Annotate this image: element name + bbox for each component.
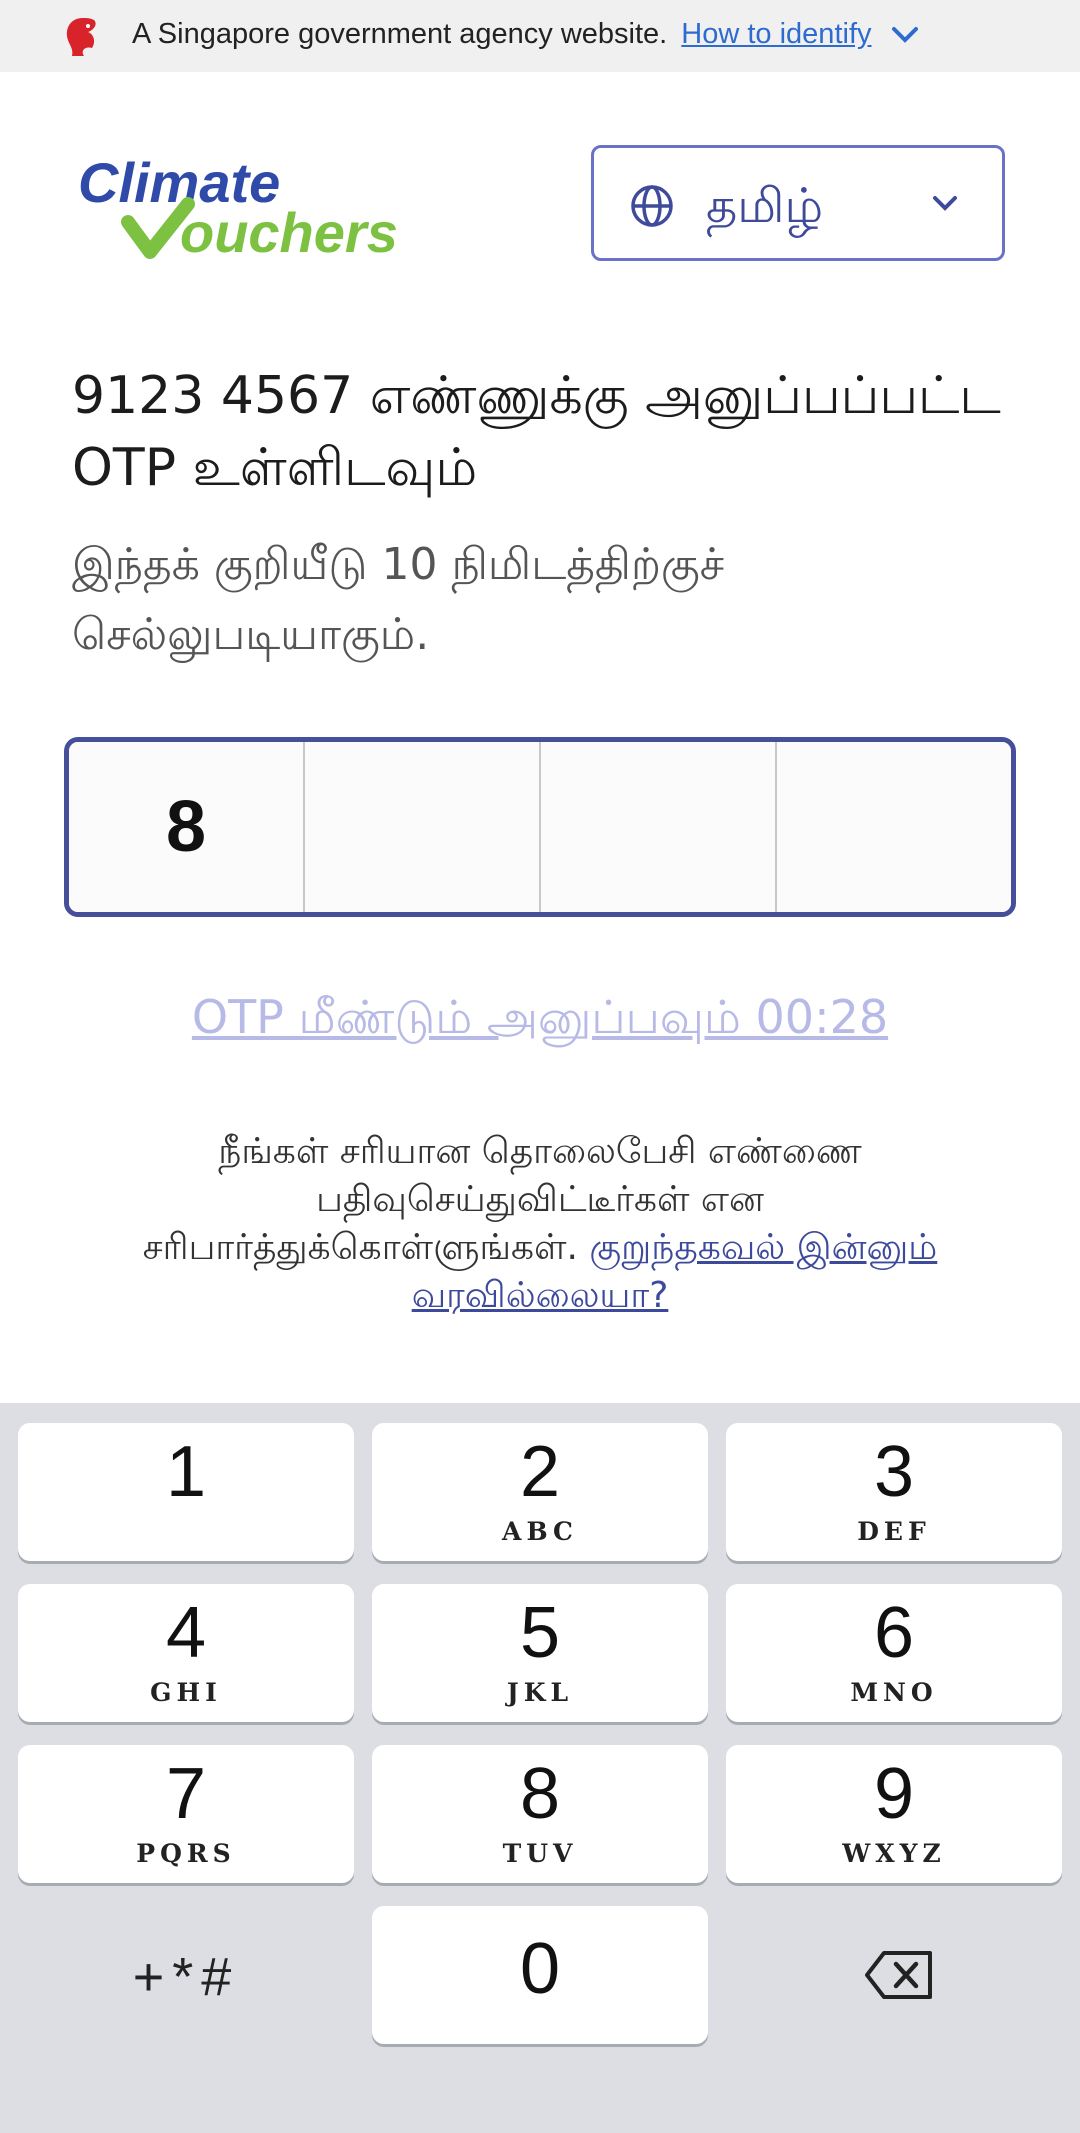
key-letters: TUV (502, 1839, 578, 1868)
symbols-label: +*# (132, 1947, 240, 2007)
key-letters: PQRS (136, 1839, 236, 1868)
key-digit: 3 (873, 1432, 915, 1512)
numeric-keypad: 1 2 ABC 3 DEF 4 GHI 5 JKL 6 MNO 7 PQRS 8… (0, 1403, 1080, 2133)
otp-validity-note: இந்தக் குறியீடு 10 நிமிடத்திற்குச் செல்ல… (72, 539, 725, 660)
merlion-icon (66, 18, 96, 56)
help-text-block: நீங்கள் சரியான தொலைபேசி எண்ணை பதிவுசெய்த… (140, 1128, 940, 1320)
key-letters: ABC (502, 1517, 578, 1546)
key-digit: 7 (165, 1754, 207, 1834)
chevron-down-icon[interactable] (890, 24, 920, 46)
climate-vouchers-logo[interactable]: Climate ouchers (76, 152, 456, 262)
otp-digit-2[interactable] (305, 742, 541, 912)
key-digit: 5 (519, 1593, 561, 1673)
key-backspace[interactable] (726, 1906, 1062, 2044)
chevron-down-icon (933, 196, 957, 211)
backspace-icon (865, 1951, 932, 1999)
language-select[interactable]: தமிழ் (591, 145, 1005, 261)
key-digit: 6 (873, 1593, 915, 1673)
gov-banner-text: A Singapore government agency website. H… (132, 18, 920, 51)
key-digit: 8 (519, 1754, 561, 1834)
key-letters: WXYZ (842, 1839, 946, 1868)
key-digit: 1 (165, 1432, 207, 1512)
key-letters: DEF (857, 1517, 931, 1546)
page-title: 9123 4567 எண்ணுக்கு அனுப்பப்பட்ட OTP உள்… (72, 366, 1001, 498)
key-digit: 4 (165, 1593, 207, 1673)
gov-banner-label: A Singapore government agency website. (132, 18, 668, 50)
key-4[interactable]: 4 GHI (18, 1584, 354, 1722)
gov-banner: A Singapore government agency website. H… (0, 0, 1080, 72)
key-7[interactable]: 7 PQRS (18, 1745, 354, 1883)
logo-word-ouchers: ouchers (180, 201, 398, 262)
key-5[interactable]: 5 JKL (372, 1584, 708, 1722)
globe-icon (631, 185, 673, 227)
otp-digit-4[interactable] (777, 742, 1011, 912)
key-letters: JKL (506, 1678, 574, 1707)
key-letters: GHI (150, 1678, 222, 1707)
key-digit: 9 (873, 1754, 915, 1834)
key-digit: 0 (519, 1929, 561, 2009)
key-8[interactable]: 8 TUV (372, 1745, 708, 1883)
key-2[interactable]: 2 ABC (372, 1423, 708, 1561)
key-symbols[interactable]: +*# (18, 1906, 354, 2044)
key-9[interactable]: 9 WXYZ (726, 1745, 1062, 1883)
key-digit: 2 (519, 1432, 561, 1512)
resend-otp-link[interactable]: OTP மீண்டும் அனுப்பவும் 00:28 (0, 990, 1080, 1051)
language-label: தமிழ் (706, 178, 824, 234)
key-0[interactable]: 0 (372, 1906, 708, 2044)
key-3[interactable]: 3 DEF (726, 1423, 1062, 1561)
key-1[interactable]: 1 (18, 1423, 354, 1561)
key-letters: MNO (850, 1678, 938, 1707)
otp-digit-3[interactable] (541, 742, 777, 912)
otp-digit-1[interactable]: 8 (69, 742, 305, 912)
how-to-identify-link[interactable]: How to identify (681, 18, 871, 50)
otp-input-group[interactable]: 8 (64, 737, 1016, 917)
key-6[interactable]: 6 MNO (726, 1584, 1062, 1722)
